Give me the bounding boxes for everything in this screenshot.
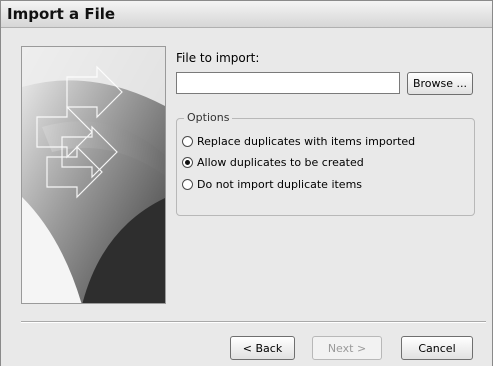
option-allow-duplicates-label: Allow duplicates to be created bbox=[197, 156, 364, 169]
options-legend: Options bbox=[184, 111, 233, 124]
file-to-import-label: File to import: bbox=[176, 51, 260, 65]
option-replace-duplicates[interactable]: Replace duplicates with items imported bbox=[182, 135, 415, 148]
back-button[interactable]: < Back bbox=[230, 336, 295, 360]
option-allow-duplicates[interactable]: Allow duplicates to be created bbox=[182, 156, 364, 169]
browse-button[interactable]: Browse ... bbox=[407, 72, 473, 95]
option-no-duplicates[interactable]: Do not import duplicate items bbox=[182, 178, 362, 191]
dialog-title: Import a File bbox=[7, 5, 116, 23]
wizard-illustration bbox=[21, 46, 166, 304]
import-file-dialog: Import a File File to import: Browse ...… bbox=[0, 0, 493, 366]
next-button[interactable]: Next > bbox=[312, 336, 382, 360]
footer-separator bbox=[21, 321, 486, 323]
option-no-duplicates-label: Do not import duplicate items bbox=[197, 178, 363, 191]
cancel-button[interactable]: Cancel bbox=[401, 336, 473, 360]
title-bar: Import a File bbox=[1, 1, 492, 28]
option-replace-duplicates-label: Replace duplicates with items imported bbox=[197, 135, 416, 148]
arrows-illustration-icon bbox=[22, 47, 165, 303]
radio-allow-duplicates[interactable] bbox=[182, 157, 193, 168]
radio-replace-duplicates[interactable] bbox=[182, 136, 193, 147]
file-path-input[interactable] bbox=[176, 72, 400, 94]
radio-no-duplicates[interactable] bbox=[182, 179, 193, 190]
options-group: Options Replace duplicates with items im… bbox=[176, 111, 475, 216]
